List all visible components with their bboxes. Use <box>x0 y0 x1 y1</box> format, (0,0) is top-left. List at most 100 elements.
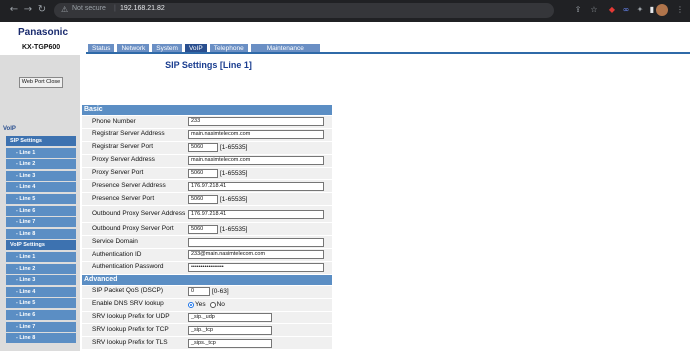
extension-red-icon[interactable]: ◆ <box>606 4 618 16</box>
srv-tcp-label: SRV lookup Prefix for TCP <box>92 326 169 334</box>
sidebar-item-voip-line-5[interactable]: - Line 5 <box>6 298 76 309</box>
share-icon[interactable]: ⇪ <box>572 4 584 16</box>
web-port-close-button[interactable]: Web Port Close <box>19 77 63 88</box>
outbound-address-label: Outbound Proxy Server Address <box>92 209 186 217</box>
device-web-page: Panasonic KX-TGP600 Status Network Syste… <box>0 22 690 351</box>
tab-underline <box>86 52 690 54</box>
row-presence-address: Presence Server Address 176.97.218.41 <box>82 180 332 194</box>
row-registrar-address: Registrar Server Address main.nasimtelec… <box>82 128 332 142</box>
outbound-port-range: [1-65535] <box>220 225 248 233</box>
row-service-domain: Service Domain <box>82 236 332 250</box>
row-outbound-port: Outbound Proxy Server Port 5060 [1-65535] <box>82 223 332 237</box>
srv-udp-input[interactable]: _sip._udp <box>188 313 272 323</box>
proxy-address-label: Proxy Server Address <box>92 156 155 164</box>
section-header-advanced: Advanced <box>82 274 332 285</box>
page-title: SIP Settings [Line 1] <box>165 60 252 70</box>
outbound-port-label: Outbound Proxy Server Port <box>92 224 174 232</box>
menu-icon[interactable]: ⋮ <box>674 4 686 16</box>
service-domain-input[interactable] <box>188 237 324 247</box>
service-domain-label: Service Domain <box>92 237 138 245</box>
dns-srv-no-radio[interactable] <box>209 301 216 308</box>
sidebar-item-sip-line-8[interactable]: - Line 8 <box>6 228 76 239</box>
security-status: Not secure <box>72 5 106 12</box>
outbound-address-input[interactable]: 176.97.218.41 <box>188 209 324 219</box>
warning-icon[interactable]: ⚠ <box>61 5 68 14</box>
sidebar-section-voip: VoIP <box>3 126 16 132</box>
proxy-port-range: [1-65535] <box>220 170 248 177</box>
sidebar-item-voip-line-8[interactable]: - Line 8 <box>6 333 76 344</box>
model-name: KX-TGP600 <box>22 44 61 51</box>
dscp-label: SIP Packet QoS (DSCP) <box>92 287 164 295</box>
row-registrar-port: Registrar Server Port 5060 [1-65535] <box>82 141 332 155</box>
outbound-port-input[interactable]: 5060 <box>188 224 218 234</box>
registrar-port-label: Registrar Server Port <box>92 143 154 151</box>
presence-port-input[interactable]: 5060 <box>188 194 218 204</box>
presence-address-input[interactable]: 176.97.218.41 <box>188 181 324 191</box>
sidebar-item-sip-line-2[interactable]: - Line 2 <box>6 159 76 170</box>
sidebar-item-sip-line-3[interactable]: - Line 3 <box>6 170 76 181</box>
sidebar-item-sip-line-7[interactable]: - Line 7 <box>6 217 76 228</box>
sidebar-item-voip-line-3[interactable]: - Line 3 <box>6 275 76 286</box>
profile-avatar[interactable] <box>656 4 668 16</box>
registrar-port-input[interactable]: 5060 <box>188 143 218 153</box>
address-bar[interactable]: ⚠ Not secure | 192.168.21.82 <box>54 3 554 18</box>
proxy-port-input[interactable]: 5060 <box>188 169 218 178</box>
dscp-input[interactable]: 0 <box>188 287 210 297</box>
presence-port-range: [1-65535] <box>220 195 248 203</box>
row-presence-port: Presence Server Port 5060 [1-65535] <box>82 193 332 207</box>
registrar-port-range: [1-65535] <box>220 144 248 152</box>
dns-srv-no-label: No <box>216 301 225 309</box>
row-outbound-address: Outbound Proxy Server Address 176.97.218… <box>82 206 332 224</box>
row-dscp: SIP Packet QoS (DSCP) 0 [0-63] <box>82 285 332 299</box>
row-phone-number: Phone Number 233 <box>82 116 332 129</box>
link-icon[interactable]: ∞ <box>620 4 632 16</box>
back-icon[interactable]: ← <box>8 4 20 16</box>
bookmark-star-icon[interactable]: ☆ <box>588 4 600 16</box>
phone-number-label: Phone Number <box>92 117 136 125</box>
sidebar: Web Port Close VoIP SIP Settings - Line … <box>0 55 80 351</box>
reload-icon[interactable]: ↻ <box>36 4 48 16</box>
proxy-address-input[interactable]: main.nasimtelecom.com <box>188 156 324 166</box>
auth-id-input[interactable]: 233@main.nasimtelecom.com <box>188 250 324 260</box>
phone-number-input[interactable]: 233 <box>188 117 324 127</box>
sidebar-item-sip-line-1[interactable]: - Line 1 <box>6 147 76 158</box>
puzzle-icon[interactable]: ✦ <box>634 4 646 16</box>
sidebar-item-voip-line-1[interactable]: - Line 1 <box>6 251 76 262</box>
auth-id-label: Authentication ID <box>92 250 142 258</box>
url-separator: | <box>114 5 116 12</box>
presence-port-label: Presence Server Port <box>92 194 155 202</box>
sidebar-item-sip-line-6[interactable]: - Line 6 <box>6 205 76 216</box>
srv-tcp-input[interactable]: _sip._tcp <box>188 325 272 335</box>
dns-srv-yes-label: Yes <box>195 301 206 309</box>
row-proxy-port: Proxy Server Port 5060 [1-65535] <box>82 167 332 181</box>
sidebar-item-voip-line-4[interactable]: - Line 4 <box>6 286 76 297</box>
row-srv-tcp: SRV lookup Prefix for TCP _sip._tcp <box>82 324 332 338</box>
browser-toolbar: ← → ↻ ⚠ Not secure | 192.168.21.82 ⇪ ☆ ◆… <box>0 0 690 22</box>
sidebar-item-sip-line-4[interactable]: - Line 4 <box>6 182 76 193</box>
srv-udp-label: SRV lookup Prefix for UDP <box>92 313 170 321</box>
sidebar-item-voip-settings[interactable]: VoIP Settings <box>6 240 76 251</box>
srv-tls-input[interactable]: _sips._tcp <box>188 338 272 348</box>
registrar-address-label: Registrar Server Address <box>92 130 165 138</box>
proxy-port-label: Proxy Server Port <box>92 169 144 177</box>
row-srv-udp: SRV lookup Prefix for UDP _sip._udp <box>82 311 332 325</box>
sidebar-item-sip-settings[interactable]: SIP Settings <box>6 136 76 146</box>
brand-logo: Panasonic <box>18 27 69 38</box>
forward-icon[interactable]: → <box>22 4 34 16</box>
row-auth-id: Authentication ID 233@main.nasimtelecom.… <box>82 249 332 262</box>
row-srv-tls: SRV lookup Prefix for TLS _sips._tcp <box>82 337 332 351</box>
row-dns-srv: Enable DNS SRV lookup Yes No <box>82 298 332 312</box>
srv-tls-label: SRV lookup Prefix for TLS <box>92 338 168 346</box>
row-auth-password: Authentication Password ••••••••••••••••… <box>82 261 332 275</box>
auth-password-input[interactable]: ••••••••••••••••• <box>188 263 324 273</box>
sidebar-item-voip-line-2[interactable]: - Line 2 <box>6 263 76 274</box>
sidebar-item-voip-line-7[interactable]: - Line 7 <box>6 321 76 332</box>
settings-form: Basic Phone Number 233 Registrar Server … <box>82 105 332 351</box>
sidebar-item-sip-line-5[interactable]: - Line 5 <box>6 193 76 204</box>
presence-address-label: Presence Server Address <box>92 182 166 189</box>
sidebar-item-voip-line-6[interactable]: - Line 6 <box>6 309 76 320</box>
section-header-basic: Basic <box>82 105 332 115</box>
url-text[interactable]: 192.168.21.82 <box>120 5 165 12</box>
dns-srv-yes-radio[interactable] <box>188 301 194 308</box>
registrar-address-input[interactable]: main.nasimtelecom.com <box>188 130 324 140</box>
